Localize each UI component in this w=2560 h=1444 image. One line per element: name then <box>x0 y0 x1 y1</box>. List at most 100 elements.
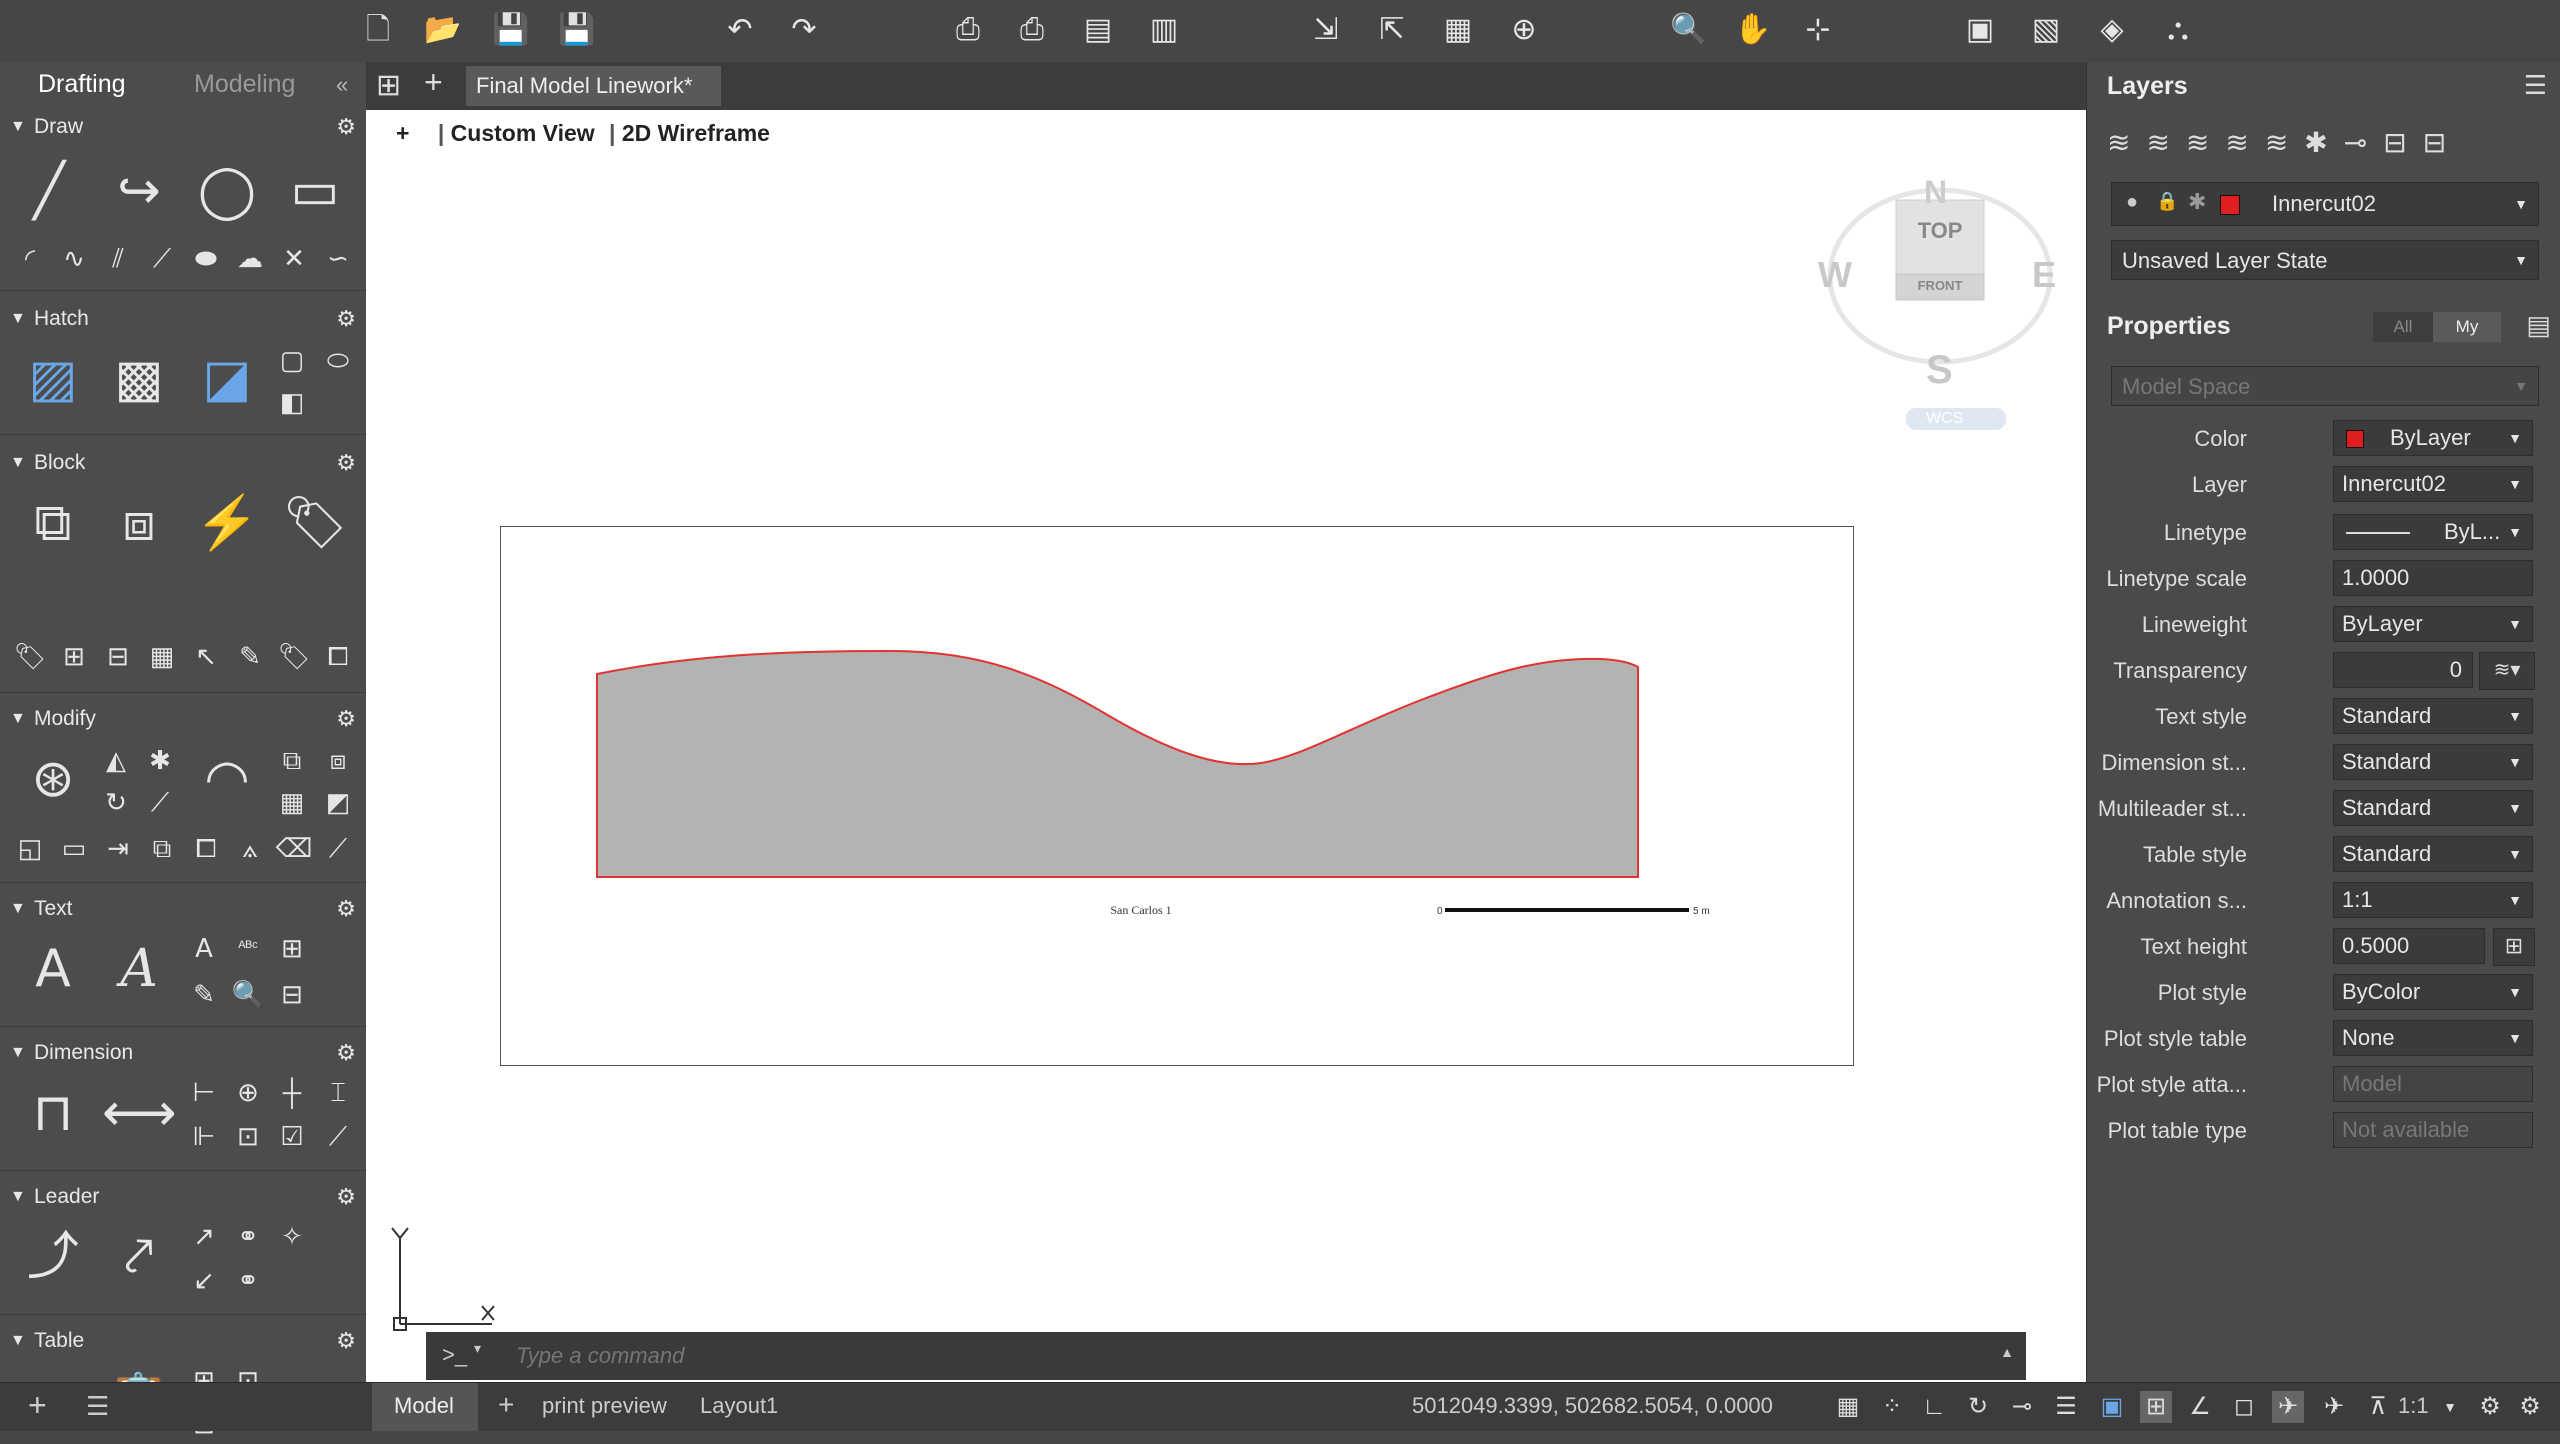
find-text-icon[interactable]: ⊞ <box>272 928 312 968</box>
rectangle-tool-icon[interactable]: ▭ <box>278 154 352 228</box>
single-line-text-icon[interactable]: A <box>102 932 176 1006</box>
compass-north[interactable]: N <box>1924 174 1947 211</box>
match-tool-icon[interactable]: ⧠ <box>186 828 226 868</box>
circle-tool-icon[interactable]: ◯ <box>190 154 264 228</box>
layer-manager-icon[interactable]: ☰ <box>2524 70 2547 101</box>
multiline-text-icon[interactable]: A <box>16 932 90 1006</box>
filter-all-button[interactable]: All <box>2373 312 2433 342</box>
section-text[interactable]: ▼ Text ⚙ <box>0 892 366 928</box>
gear-icon[interactable]: ⚙ <box>336 1040 356 1066</box>
lineweight-icon[interactable]: ☰ <box>2050 1391 2082 1423</box>
section-draw[interactable]: ▼ Draw ⚙ <box>0 110 366 146</box>
command-prompt-icon[interactable]: >_ <box>442 1342 467 1368</box>
radius-dim-icon[interactable]: ⊕ <box>228 1072 268 1112</box>
ucs-menu[interactable]: WCS <box>1926 410 1963 428</box>
space-dropdown[interactable]: Model Space ▼ <box>2111 366 2539 406</box>
boundary-tool-icon[interactable]: ◪ <box>190 342 264 416</box>
visual-style-button[interactable]: 2D Wireframe <box>622 120 770 146</box>
viewcube-top-face[interactable]: TOP <box>1908 218 1972 244</box>
mirror-tool-icon[interactable]: ◭ <box>96 740 136 780</box>
linear-dimension-icon[interactable]: ⟷ <box>102 1076 177 1150</box>
batch-plot-icon[interactable]: ⎙ <box>1014 12 1050 48</box>
multileader-icon[interactable]: ⤴ <box>16 1220 90 1294</box>
viewcube-front-face[interactable]: FRONT <box>1902 278 1978 293</box>
snap-icon[interactable]: ⁘ <box>1876 1391 1908 1423</box>
share-icon[interactable]: ⊕ <box>1506 12 1542 48</box>
export-icon[interactable]: ⇱ <box>1374 12 1410 48</box>
xline-tool-icon[interactable]: ✕ <box>274 238 314 278</box>
insert-block-icon[interactable]: ⧉ <box>16 486 90 560</box>
block-small-4-icon[interactable]: ↖ <box>186 636 226 676</box>
compass-west[interactable]: W <box>1818 254 1852 296</box>
scale-tool-icon[interactable]: ◱ <box>10 828 50 868</box>
xref-icon[interactable]: ▧ <box>2028 12 2064 48</box>
leader-edit-icon[interactable]: ⚭ <box>228 1260 268 1300</box>
block-editor-icon[interactable]: ⚡ <box>190 486 264 560</box>
selection-cycling-icon[interactable]: ⊞ <box>2140 1391 2172 1423</box>
import-icon[interactable]: ⇲ <box>1308 12 1344 48</box>
plot-icon[interactable]: ⎙ <box>950 12 986 48</box>
quick-select-icon[interactable]: ▤ <box>2526 310 2551 341</box>
viewport-menu-button[interactable]: + <box>396 120 409 146</box>
copy-tool-icon[interactable]: ⧉ <box>142 828 182 868</box>
annotation-scale-icon[interactable]: ⊼ <box>2362 1391 2394 1423</box>
text-style-icon[interactable]: 𝖠 <box>184 928 224 968</box>
linetype-scale-field[interactable]: 1.0000 <box>2333 560 2533 596</box>
transparency-menu-icon[interactable]: ≋▾ <box>2479 652 2535 690</box>
block-small-5-icon[interactable]: ✎ <box>230 636 270 676</box>
lock-icon[interactable]: 🔒 <box>2156 191 2178 212</box>
baseline-dim-icon[interactable]: ⌶ <box>318 1072 358 1112</box>
gear-icon[interactable]: ⚙ <box>336 706 356 732</box>
tab-modeling[interactable]: Modeling <box>194 70 295 99</box>
plot-style-table-dropdown[interactable]: None ▼ <box>2333 1020 2533 1056</box>
gear-icon[interactable]: ⚙ <box>336 450 356 476</box>
rect-array-icon[interactable]: ▦ <box>272 782 312 822</box>
orbit-icon[interactable]: ⊹ <box>1800 12 1836 48</box>
color-dropdown[interactable]: ByLayer ▼ <box>2333 420 2533 456</box>
sheet-icon[interactable]: ▦ <box>1440 12 1476 48</box>
continue-dim-icon[interactable]: ⊩ <box>184 1116 224 1156</box>
grid-view-icon[interactable]: ⊞ <box>376 68 401 103</box>
layer-dropdown[interactable]: ● 🔒 ✱ Innercut02 ▼ <box>2111 182 2539 226</box>
smart-dimension-icon[interactable]: ⊓ <box>16 1076 90 1150</box>
aligned-dim-icon[interactable]: ⊢ <box>184 1072 224 1112</box>
array-tool-icon[interactable]: ⧈ <box>318 740 358 780</box>
tab-model[interactable]: Model <box>394 1393 454 1419</box>
tab-print-preview[interactable]: print preview <box>542 1393 667 1419</box>
wipeout-icon[interactable]: ⬭ <box>318 340 358 380</box>
ordinate-dim-icon[interactable]: ┼ <box>272 1072 312 1112</box>
collapse-palette-button[interactable]: « <box>336 72 348 98</box>
command-line[interactable]: >_ ▾ ▲ <box>426 1332 2026 1380</box>
text-style-dropdown[interactable]: Standard ▼ <box>2333 698 2533 734</box>
gear-icon[interactable]: ⚙ <box>336 896 356 922</box>
palette-menu-icon[interactable]: ☰ <box>86 1391 109 1422</box>
auto-scale-icon[interactable]: ✈ <box>2318 1391 2350 1423</box>
add-palette-button[interactable]: + <box>28 1387 47 1424</box>
coordinates-readout[interactable]: 5012049.3399, 502682.5054, 0.0000 <box>1412 1393 1773 1419</box>
inspect-dim-icon[interactable]: ☑ <box>272 1116 312 1156</box>
chevron-up-icon[interactable]: ▲ <box>2000 1344 2014 1360</box>
ellipse-tool-icon[interactable]: ⬬ <box>186 238 226 278</box>
move-tool-icon[interactable]: ⊛ <box>16 742 90 816</box>
drawing-canvas[interactable]: + | Custom View | 2D Wireframe San Carlo… <box>366 110 2086 1382</box>
add-leader-icon[interactable]: ↗ <box>184 1216 224 1256</box>
publish-icon[interactable]: ▤ <box>1080 12 1116 48</box>
gear-icon[interactable]: ⚙ <box>336 114 356 140</box>
align-leader-icon[interactable]: ⚭ <box>228 1216 268 1256</box>
section-hatch[interactable]: ▼ Hatch ⚙ <box>0 302 366 338</box>
dimension-style-dropdown[interactable]: Standard ▼ <box>2333 744 2533 780</box>
layer-tool-icons[interactable]: ≋≋≋≋≋✱⊸⊟⊟ <box>2107 126 2462 159</box>
remove-leader-icon[interactable]: ↙ <box>184 1260 224 1300</box>
block-small-2-icon[interactable]: ⊟ <box>98 636 138 676</box>
rotate-tool-icon[interactable]: ↻ <box>96 782 136 822</box>
new-tab-button[interactable]: + <box>424 64 443 101</box>
polar-icon[interactable]: ↻ <box>1962 1391 1994 1423</box>
settings-gear-icon[interactable]: ⚙ <box>2514 1391 2546 1423</box>
fillet-tool-icon[interactable]: ◠ <box>190 742 264 816</box>
erase-tool-icon[interactable]: ⌫ <box>274 828 314 868</box>
multileader-style-dropdown[interactable]: Standard ▼ <box>2333 790 2533 826</box>
lengthen-tool-icon[interactable]: ⟋ <box>318 828 358 868</box>
block-small-6-icon[interactable]: 🏷 <box>274 636 314 676</box>
ray-tool-icon[interactable]: ⟋ <box>142 238 182 278</box>
linetype-dropdown[interactable]: ByL... ▼ <box>2333 514 2533 550</box>
